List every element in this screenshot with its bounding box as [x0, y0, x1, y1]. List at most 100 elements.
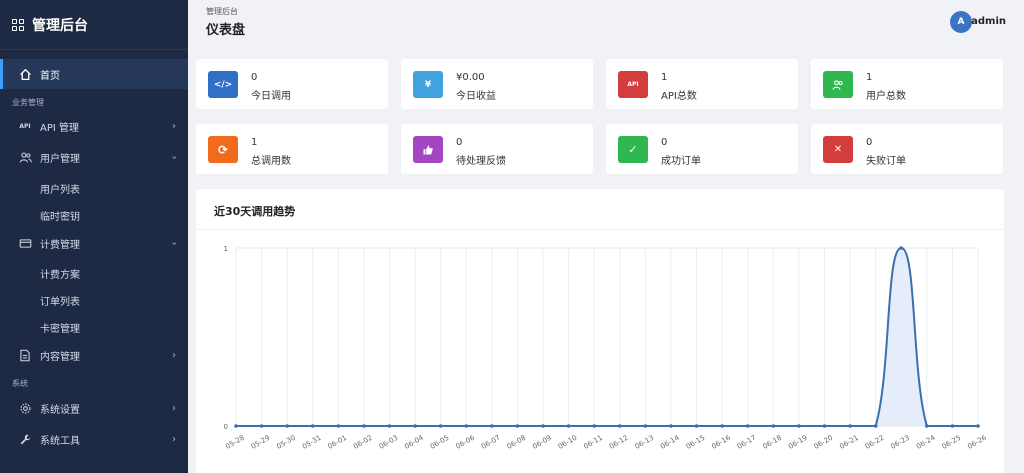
- data-point: [950, 424, 955, 428]
- stat-value: ¥0.00: [456, 72, 485, 83]
- x-tick-label: 05-28: [224, 434, 246, 451]
- x-tick-label: 06-01: [327, 434, 349, 451]
- stat-card-user-total[interactable]: 1 用户总数: [811, 59, 1003, 109]
- stat-label: 用户总数: [866, 91, 906, 102]
- sidebar-item-label: 计费管理: [40, 239, 80, 251]
- stat-label: 总调用数: [251, 156, 291, 167]
- stat-card-failed-orders[interactable]: ✕ 0 失败订单: [811, 124, 1003, 174]
- x-tick-label: 06-06: [454, 433, 476, 450]
- gear-icon: [18, 401, 32, 415]
- sidebar-item-label: API 管理: [40, 122, 79, 134]
- sidebar-item-label: 内容管理: [40, 351, 80, 363]
- data-point: [643, 424, 648, 428]
- x-tick-label: 06-16: [710, 433, 732, 450]
- chevron-right-icon: ›: [172, 402, 176, 414]
- sidebar-subitem-temp-keys[interactable]: 临时密钥: [40, 208, 80, 223]
- stat-label: 失败订单: [866, 156, 906, 167]
- data-point: [771, 424, 776, 428]
- x-tick-label: 06-07: [480, 434, 502, 451]
- code-icon: </>: [208, 71, 238, 98]
- x-tick-label: 06-03: [378, 434, 400, 451]
- stat-card-total-calls[interactable]: ⟳ 1 总调用数: [196, 124, 388, 174]
- avatar[interactable]: A: [950, 11, 972, 33]
- users-icon: [823, 71, 853, 98]
- stat-card-today-calls[interactable]: </> 0 今日调用: [196, 59, 388, 109]
- y-tick-label: 0: [224, 423, 228, 431]
- data-point: [848, 424, 852, 428]
- data-point: [720, 424, 724, 428]
- x-tick-label: 06-26: [966, 433, 988, 450]
- chevron-right-icon: ›: [172, 433, 176, 445]
- api-icon: API: [618, 71, 648, 98]
- document-icon: [18, 348, 32, 362]
- sidebar-subitem-plans[interactable]: 计费方案: [40, 266, 80, 281]
- breadcrumb[interactable]: 管理后台: [206, 6, 238, 17]
- data-point: [592, 424, 597, 428]
- stat-label: 今日调用: [251, 91, 291, 102]
- call-trend-chart[interactable]: 0105-28 05-29 05-30 05-31 06-01 06-02 06-03 06-…: [196, 189, 1004, 473]
- data-point: [285, 424, 289, 428]
- sidebar-item-api[interactable]: API API 管理 ›: [0, 111, 188, 141]
- x-tick-label: 05-30: [275, 434, 297, 451]
- data-point: [694, 424, 699, 428]
- x-tick-label: 06-04: [403, 433, 425, 450]
- series-area: [236, 248, 978, 426]
- stat-label: 待处理反馈: [456, 156, 506, 167]
- data-point: [438, 424, 443, 428]
- stat-value: 0: [251, 72, 258, 83]
- nav-group-business: 业务管理: [12, 98, 44, 107]
- username[interactable]: admin: [971, 16, 1006, 27]
- stat-label: 今日收益: [456, 91, 496, 102]
- chevron-right-icon: ›: [172, 349, 176, 361]
- y-tick-label: 1: [224, 245, 228, 253]
- x-tick-label: 06-12: [608, 434, 630, 451]
- stat-card-success-orders[interactable]: ✓ 0 成功订单: [606, 124, 798, 174]
- data-point: [413, 424, 417, 428]
- stat-value: 1: [866, 72, 873, 83]
- check-icon: ✓: [618, 136, 648, 163]
- sidebar-subitem-card-keys[interactable]: 卡密管理: [40, 320, 80, 335]
- data-point: [899, 246, 904, 250]
- x-tick-label: 06-14: [659, 433, 681, 450]
- sidebar-subitem-user-list[interactable]: 用户列表: [40, 181, 80, 196]
- refresh-icon: ⟳: [208, 136, 238, 163]
- close-icon: ✕: [823, 136, 853, 163]
- stat-card-today-revenue[interactable]: ¥ ¥0.00 今日收益: [401, 59, 593, 109]
- sidebar-item-users[interactable]: 用户管理 ›: [0, 142, 188, 172]
- stat-card-api-total[interactable]: API 1 API总数: [606, 59, 798, 109]
- x-tick-label: 06-10: [557, 434, 579, 451]
- data-point: [541, 424, 545, 428]
- data-point: [976, 424, 980, 428]
- x-tick-label: 06-13: [634, 434, 656, 451]
- sidebar-item-label: 系统设置: [40, 404, 80, 416]
- x-tick-label: 06-02: [352, 434, 374, 451]
- sidebar-item-tools[interactable]: 系统工具 ›: [0, 424, 188, 454]
- sidebar-item-content[interactable]: 内容管理 ›: [0, 340, 188, 370]
- sidebar-subitem-orders[interactable]: 订单列表: [40, 293, 80, 308]
- data-point: [490, 424, 494, 428]
- data-point: [310, 424, 315, 428]
- x-tick-label: 06-18: [762, 434, 784, 451]
- series-line: [236, 246, 978, 427]
- data-point: [925, 424, 929, 428]
- brand[interactable]: 管理后台: [0, 0, 188, 50]
- wrench-icon: [18, 432, 32, 446]
- x-tick-label: 06-09: [531, 434, 553, 451]
- stat-value: 1: [661, 72, 668, 83]
- sidebar-item-settings[interactable]: 系统设置 ›: [0, 393, 188, 423]
- x-tick-label: 06-22: [864, 434, 886, 451]
- x-tick-label: 06-24: [915, 433, 937, 450]
- data-point: [234, 424, 238, 428]
- x-tick-label: 06-17: [736, 434, 758, 451]
- data-point: [669, 424, 673, 428]
- data-point: [336, 424, 341, 428]
- stat-card-pending-feedback[interactable]: 0 待处理反馈: [401, 124, 593, 174]
- sidebar-item-home[interactable]: 首页: [0, 59, 188, 89]
- sidebar-item-billing[interactable]: 计费管理 ›: [0, 228, 188, 258]
- x-tick-label: 05-29: [250, 434, 272, 451]
- yen-icon: ¥: [413, 71, 443, 98]
- stat-value: 1: [251, 137, 258, 148]
- data-point: [822, 424, 827, 428]
- chevron-down-icon: ›: [168, 241, 180, 245]
- x-tick-label: 06-21: [838, 434, 860, 451]
